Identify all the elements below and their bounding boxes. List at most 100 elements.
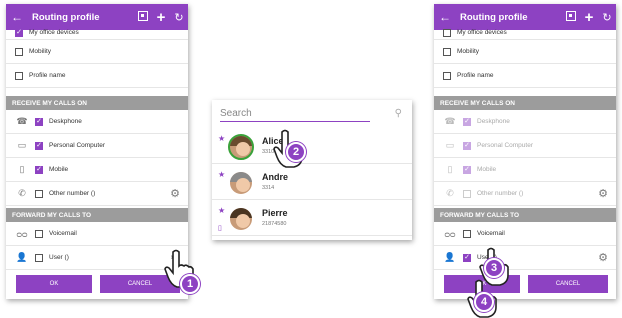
receive-deskphone: ☎ Deskphone [434, 110, 616, 134]
receive-mobile[interactable]: ▯ Mobile [6, 158, 188, 182]
back-arrow-icon[interactable]: ← [8, 10, 26, 24]
step-badge: 1 [180, 274, 200, 294]
contact-name: Andre [262, 172, 289, 182]
option-label: Other number () [49, 190, 96, 197]
routing-profile-screen-2: ← Routing profile + ↻ My office devices … [434, 4, 616, 299]
option-label: Personal Computer [477, 142, 533, 149]
contact-list-item[interactable]: ★ Andre 3314 [212, 166, 412, 200]
contact-number: 3314 [262, 185, 275, 191]
handset-icon: ✆ [18, 188, 26, 198]
checkbox[interactable] [15, 47, 23, 56]
checkbox[interactable] [443, 28, 451, 37]
option-label: Deskphone [49, 118, 82, 125]
receive-personal-computer: ▭ Personal Computer [434, 134, 616, 158]
option-label: Mobility [29, 48, 52, 55]
contact-list-item[interactable]: ★ Alice 3310 [212, 130, 412, 164]
checkbox[interactable] [35, 141, 43, 150]
refresh-icon[interactable]: ↻ [598, 11, 616, 24]
checkbox[interactable] [35, 253, 43, 262]
checkbox [463, 189, 471, 198]
option-label: Mobility [457, 48, 480, 55]
checkbox [463, 117, 471, 126]
qr-code-icon[interactable] [562, 10, 580, 24]
receive-mobile: ▯ Mobile [434, 158, 616, 182]
option-profile-name[interactable]: Profile name [434, 64, 616, 88]
gear-icon[interactable]: ⚙ [170, 187, 180, 200]
deskphone-icon: ☎ [16, 116, 28, 126]
checkbox[interactable] [35, 229, 43, 238]
checkbox[interactable] [15, 28, 23, 37]
gear-icon[interactable]: ⚙ [598, 187, 608, 200]
ok-button[interactable]: OK [16, 275, 92, 293]
cancel-button[interactable]: CANCEL [528, 275, 608, 293]
voicemail-icon: ᴑᴑ [16, 228, 28, 239]
option-mobility[interactable]: Mobility [434, 40, 616, 64]
add-icon[interactable]: + [152, 9, 170, 26]
option-label: Other number () [477, 190, 524, 197]
receive-other-number: ✆ Other number () ⚙ [434, 182, 616, 206]
checkbox[interactable] [35, 117, 43, 126]
handset-icon: ✆ [446, 188, 454, 198]
routing-profile-screen-1: ← Routing profile + ↻ My office devices … [6, 4, 188, 299]
forward-voicemail[interactable]: ᴑᴑ Voicemail [6, 222, 188, 246]
option-label: Personal Computer [49, 142, 105, 149]
computer-icon: ▭ [17, 140, 27, 150]
contact-search-screen: Search ⚲ ★ Alice 3310 ★ Andre 3314 ★ Pie… [212, 100, 412, 240]
contact-name: Pierre [262, 208, 288, 218]
back-arrow-icon[interactable]: ← [436, 10, 454, 24]
qr-code-icon[interactable] [134, 10, 152, 24]
refresh-icon[interactable]: ↻ [170, 11, 188, 24]
option-label: Voicemail [477, 230, 505, 237]
checkbox [463, 165, 471, 174]
checkbox[interactable] [443, 47, 451, 56]
checkbox[interactable] [443, 71, 451, 80]
option-label: User () [49, 254, 69, 261]
receive-other-number[interactable]: ✆ Other number () ⚙ [6, 182, 188, 206]
user-icon: 👤 [444, 252, 456, 262]
checkbox[interactable] [463, 229, 471, 238]
search-icon[interactable]: ⚲ [395, 108, 402, 119]
checkbox[interactable] [35, 189, 43, 198]
page-title: Routing profile [32, 11, 100, 23]
checkbox[interactable] [463, 253, 471, 262]
option-label: Profile name [29, 72, 66, 79]
checkbox[interactable] [35, 165, 43, 174]
forward-voicemail[interactable]: ᴑᴑ Voicemail [434, 222, 616, 246]
avatar [228, 170, 254, 196]
computer-icon: ▭ [445, 140, 455, 150]
option-label: My office devices [457, 29, 507, 36]
add-icon[interactable]: + [580, 9, 598, 26]
option-profile-name[interactable]: Profile name [6, 64, 188, 88]
forward-user[interactable]: 👤 User () ⚙ [6, 246, 188, 270]
button-bar: OK CANCEL [6, 272, 188, 299]
option-label: Profile name [457, 72, 494, 79]
section-header-receive: RECEIVE MY CALLS ON [6, 96, 188, 110]
option-label: My office devices [29, 29, 79, 36]
option-my-office-devices[interactable]: My office devices [434, 26, 616, 40]
mobile-icon: ▯ [218, 225, 222, 232]
option-my-office-devices[interactable]: My office devices [6, 26, 188, 40]
contact-list-item[interactable]: ★ Pierre 21874580 ▯ [212, 202, 412, 236]
receive-personal-computer[interactable]: ▭ Personal Computer [6, 134, 188, 158]
gear-icon[interactable]: ⚙ [598, 251, 608, 264]
option-label: Deskphone [477, 118, 510, 125]
option-mobility[interactable]: Mobility [6, 40, 188, 64]
step-badge: 3 [484, 258, 504, 278]
step-badge: 4 [474, 292, 494, 312]
avatar [228, 134, 254, 160]
contact-number: 21874580 [262, 221, 287, 227]
user-icon: 👤 [16, 252, 28, 262]
page-title: Routing profile [460, 11, 528, 23]
checkbox[interactable] [15, 71, 23, 80]
star-icon: ★ [218, 170, 226, 179]
section-header-forward: FORWARD MY CALLS TO [6, 208, 188, 222]
star-icon: ★ [218, 134, 226, 143]
button-bar: OK CANCEL [434, 272, 616, 299]
forward-user[interactable]: 👤 User () ⚙ [434, 246, 616, 270]
deskphone-icon: ☎ [444, 116, 456, 126]
voicemail-icon: ᴑᴑ [444, 228, 456, 239]
section-header-receive: RECEIVE MY CALLS ON [434, 96, 616, 110]
receive-deskphone[interactable]: ☎ Deskphone [6, 110, 188, 134]
search-input[interactable]: Search [220, 108, 370, 122]
mobile-icon: ▯ [447, 164, 453, 174]
